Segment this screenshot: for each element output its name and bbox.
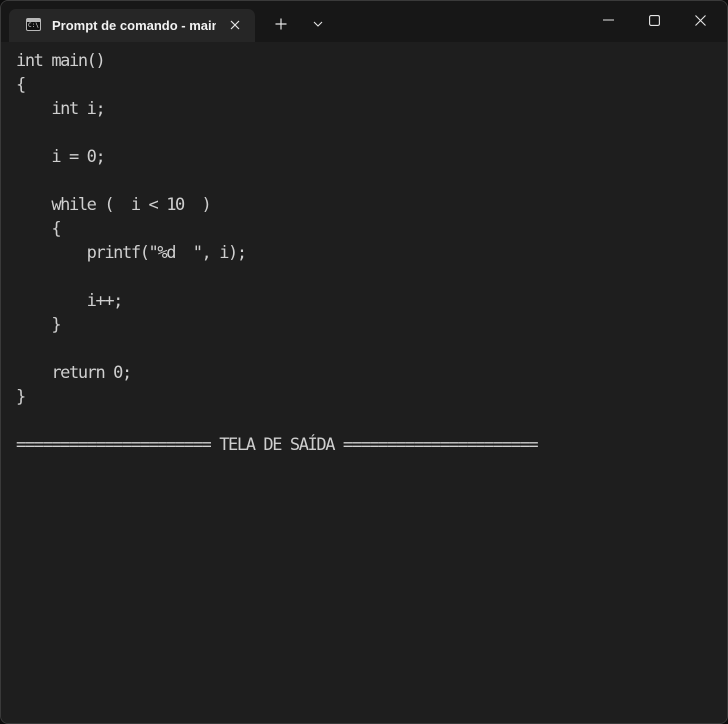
console-line: ====================== TELA DE SAÍDA ===… [16,435,539,455]
console-line: { [16,75,26,95]
console-line: i++; [16,291,124,311]
chevron-down-icon [313,21,323,27]
close-icon [230,20,240,30]
title-bar[interactable]: C:\ Prompt de comando - main [1,1,727,42]
tab-command-prompt[interactable]: C:\ Prompt de comando - main [9,9,255,42]
tab-title: Prompt de comando - main [52,18,216,33]
maximize-icon [648,14,660,26]
plus-icon [275,18,287,30]
console-line: { [16,219,61,239]
close-icon [694,14,706,26]
console-line: i = 0; [16,147,105,167]
console-line: int main() [16,51,106,71]
close-window-button[interactable] [677,1,723,39]
minimize-icon [602,19,614,21]
maximize-button[interactable] [631,1,677,39]
console-line: printf("%d ", i); [16,243,247,263]
console-line: } [16,315,61,335]
console-line: while ( i < 10 ) [16,195,211,215]
terminal-window: C:\ Prompt de comando - main int main() … [0,0,728,724]
tab-close-button[interactable] [225,15,245,35]
tab-icon-text: C:\ [28,22,39,29]
console-line: int i; [16,99,105,119]
new-tab-button[interactable] [265,10,297,38]
command-prompt-icon: C:\ [26,18,41,31]
console-line: } [16,387,26,407]
console-line: return 0; [16,363,132,383]
tab-dropdown-button[interactable] [302,10,334,38]
console-text[interactable]: int main() { int i; i = 0; while ( i < 10… [16,49,539,457]
minimize-button[interactable] [585,1,631,39]
